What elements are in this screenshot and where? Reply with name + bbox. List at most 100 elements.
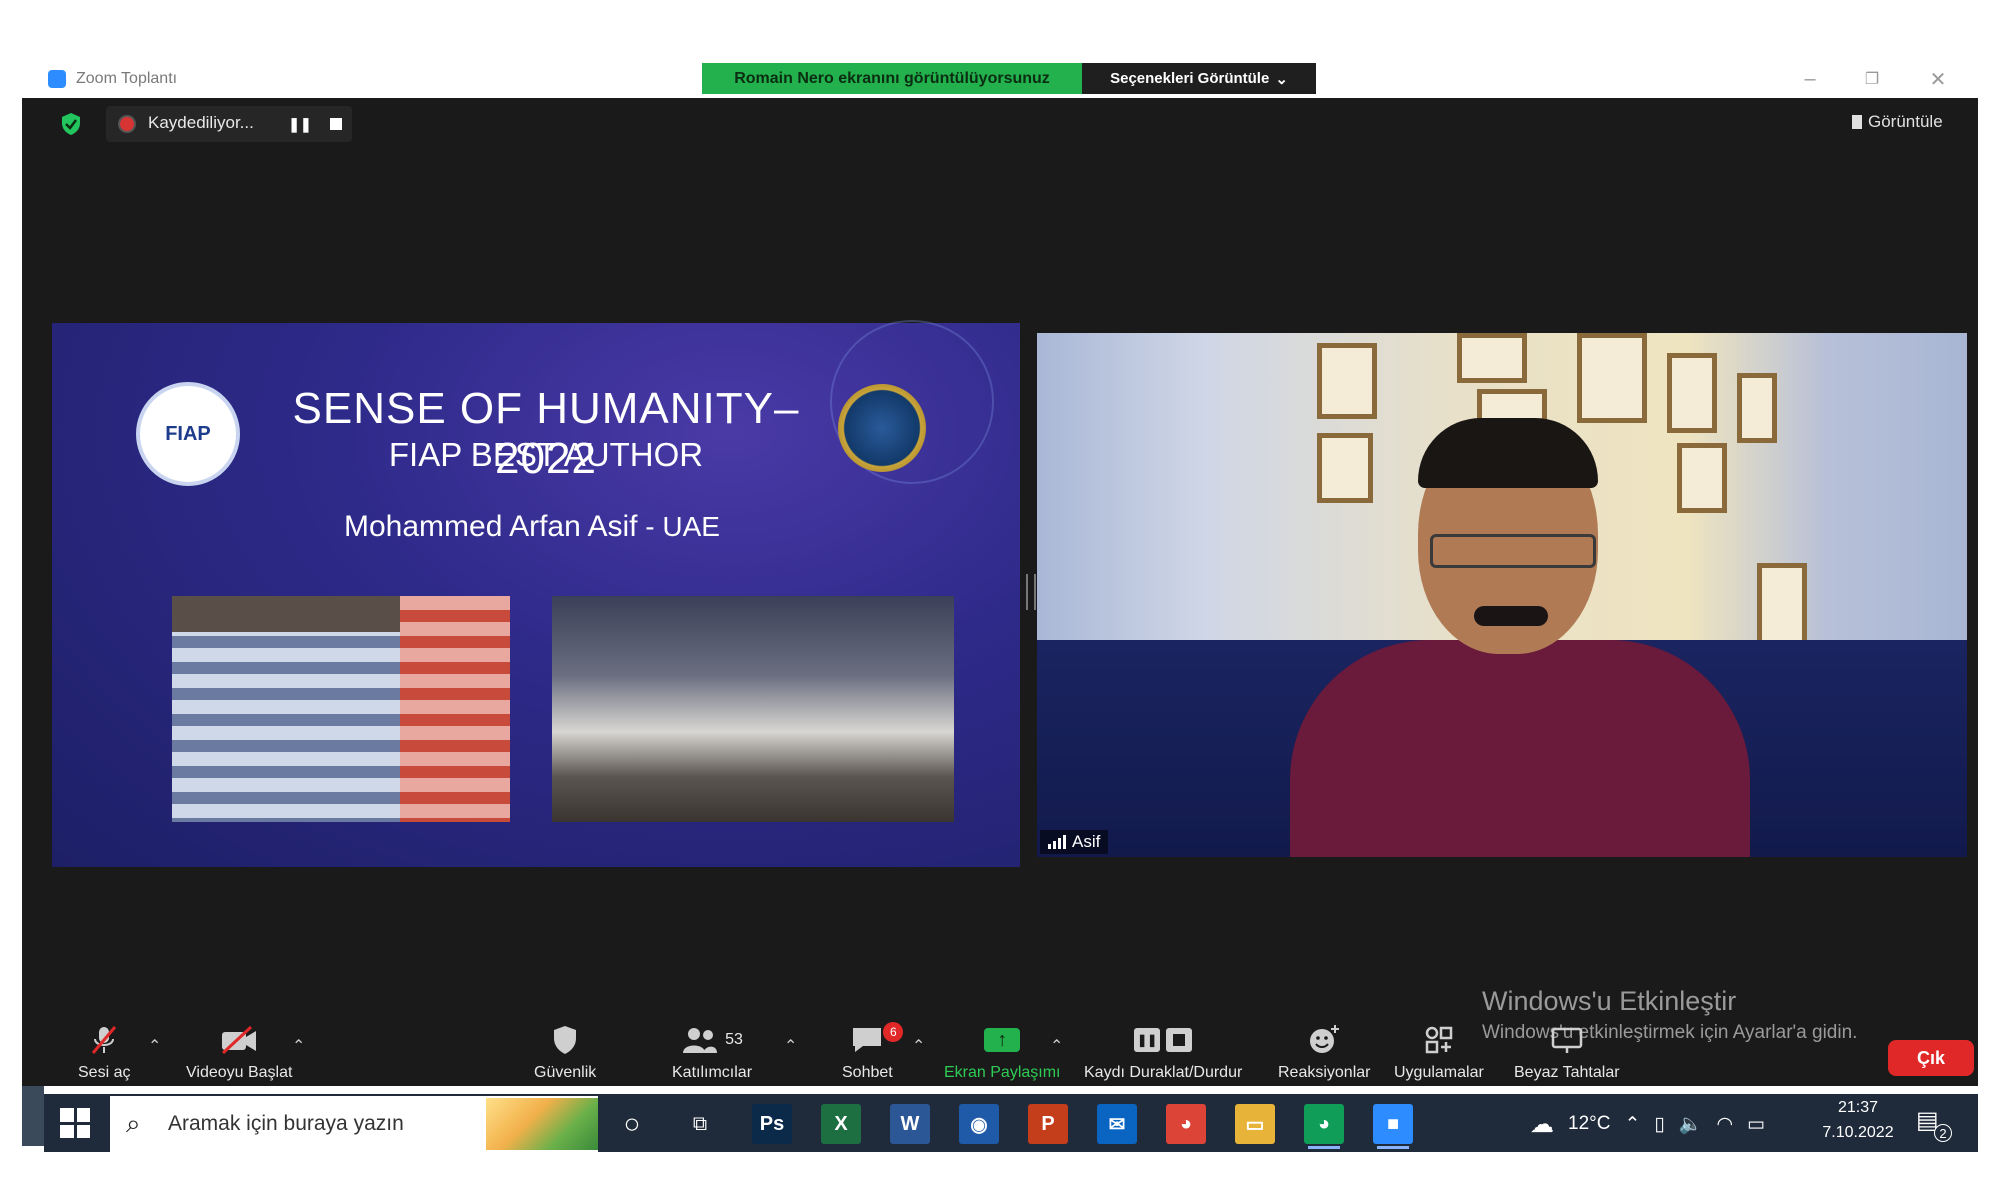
share-options-caret[interactable]: ⌃ [1050, 1036, 1063, 1056]
record-dot-icon [120, 117, 134, 131]
taskbar-powerpoint-label: P [1041, 1112, 1055, 1135]
split-view-handle[interactable] [1026, 574, 1036, 610]
reactions-label: Reaksiyonlar [1278, 1064, 1371, 1081]
participant-name: Asif [1072, 832, 1101, 851]
taskbar-photoshop-icon[interactable]: Ps [752, 1104, 792, 1144]
clock-date[interactable]: 7.10.2022 [1818, 1124, 1898, 1142]
participant-glasses [1430, 534, 1596, 568]
chat-icon: 6 [849, 1020, 904, 1060]
taskbar-chrome-label: ◕ [1179, 1112, 1193, 1135]
search-highlight-illustration [486, 1098, 598, 1150]
taskbar-chrome-profile-label: ◕ [1317, 1112, 1331, 1135]
task-view-icon[interactable]: ⧉ [680, 1104, 720, 1144]
window-title: Zoom Toplantı [76, 70, 178, 87]
pause-recording-button[interactable]: ❚❚ [288, 112, 312, 136]
active-app-indicator [1377, 1146, 1409, 1149]
participant-hair [1418, 418, 1598, 488]
chat-label: Sohbet [842, 1064, 893, 1081]
cortana-circle-icon[interactable]: ○ [612, 1104, 652, 1144]
chat-button[interactable]: 6 Sohbet [842, 1020, 904, 1082]
active-app-indicator [1308, 1146, 1340, 1149]
participants-options-caret[interactable]: ⌃ [784, 1036, 797, 1056]
stop-icon [330, 118, 342, 130]
taskbar-search-placeholder: Aramak için buraya yazın [168, 1112, 404, 1135]
taskbar-powerpoint-icon[interactable]: P [1028, 1104, 1068, 1144]
volume-icon[interactable]: 🔈 [1679, 1112, 1703, 1136]
chat-options-caret[interactable]: ⌃ [912, 1036, 925, 1056]
close-button[interactable]: ✕ [1918, 66, 1958, 92]
windows-activation-title: Windows'u Etkinleştir [1482, 986, 1737, 1016]
taskbar-excel-icon[interactable]: X [821, 1104, 861, 1144]
restore-button[interactable]: ❐ [1852, 66, 1892, 92]
taskbar-word-icon[interactable]: W [890, 1104, 930, 1144]
minimize-button[interactable]: – [1790, 66, 1830, 92]
taskbar-chrome-icon[interactable]: ◕ [1166, 1104, 1206, 1144]
weather-temperature[interactable]: 12°C [1568, 1113, 1610, 1135]
share-screen-label: Ekran Paylaşımı [944, 1064, 1061, 1081]
participant-body [1290, 640, 1750, 857]
view-options-label: Seçenekleri Görüntüle [1110, 70, 1270, 87]
taskbar-browser-globe-icon[interactable]: ◉ [959, 1104, 999, 1144]
recording-label: Kaydediliyor... [148, 113, 254, 132]
emoji-icon [1307, 1020, 1341, 1060]
clock-time[interactable]: 21:37 [1828, 1099, 1888, 1117]
taskbar-file-explorer-icon[interactable]: ▭ [1235, 1104, 1275, 1144]
reactions-button[interactable]: Reaksiyonlar [1278, 1020, 1370, 1082]
unmute-button[interactable]: Sesi aç [78, 1020, 130, 1082]
apps-label: Uygulamalar [1394, 1064, 1484, 1081]
search-icon: ⌕ [126, 1108, 141, 1138]
fiap-seal-logo: FIAP [136, 382, 240, 486]
whiteboards-button[interactable]: Beyaz Tahtalar [1514, 1020, 1620, 1082]
pause-stop-recording-button[interactable]: ❚❚ Kaydı Duraklat/Durdur [1084, 1020, 1242, 1082]
battery-icon[interactable]: ▭ [1747, 1113, 1765, 1136]
wifi-icon[interactable]: ◠ [1717, 1113, 1734, 1136]
author-name: Mohammed Arfan Asif [344, 510, 638, 543]
pause-stop-icon: ❚❚ [1134, 1020, 1193, 1060]
tray-expand-icon[interactable]: ⌃ [1624, 1113, 1640, 1136]
taskbar-mail-icon[interactable]: ✉ [1097, 1104, 1137, 1144]
taskbar-browser-globe-label: ◉ [970, 1113, 988, 1136]
security-label: Güvenlik [534, 1064, 597, 1081]
encryption-shield-icon[interactable] [60, 112, 82, 136]
cloud-weather-icon[interactable]: ☁ [1530, 1110, 1554, 1139]
taskbar-zoom-icon[interactable]: ■ [1373, 1104, 1413, 1149]
view-layout-icon [1852, 115, 1862, 129]
signal-bars-icon [1048, 835, 1066, 849]
mic-muted-icon [87, 1020, 121, 1060]
slide-author: Mohammed Arfan Asif - UAE [344, 510, 720, 544]
screen-share-banner: Romain Nero ekranını görüntülüyorsunuz [702, 63, 1082, 94]
participant-moustache [1474, 606, 1548, 626]
notification-count: 2 [1934, 1124, 1952, 1142]
unmute-label: Sesi aç [78, 1064, 131, 1081]
participants-count: 53 [725, 1031, 743, 1048]
apps-icon [1424, 1020, 1454, 1060]
usb-device-icon[interactable]: ▯ [1654, 1113, 1664, 1136]
share-arrow-icon: ↑ [984, 1020, 1021, 1060]
fiap-badge-logo [838, 384, 926, 472]
chevron-down-icon: ⌄ [1275, 70, 1288, 88]
view-button[interactable]: Görüntüle [1852, 112, 1943, 132]
start-video-button[interactable]: Videoyu Başlat [186, 1020, 292, 1082]
taskbar-photoshop-label: Ps [759, 1112, 785, 1135]
shield-outline-icon [551, 1020, 579, 1060]
windows-start-icon[interactable] [60, 1108, 90, 1138]
apps-button[interactable]: Uygulamalar [1394, 1020, 1484, 1082]
security-button[interactable]: Güvenlik [534, 1020, 596, 1082]
system-tray: ☁ 12°C ⌃ ▯ 🔈 ◠ ▭ [1530, 1104, 1765, 1144]
share-screen-button[interactable]: ↑ Ekran Paylaşımı [944, 1020, 1060, 1082]
taskbar-chrome-profile-icon[interactable]: ◕ [1304, 1104, 1344, 1149]
start-video-label: Videoyu Başlat [186, 1064, 293, 1081]
participants-button[interactable]: 53 Katılımcılar [672, 1020, 752, 1082]
video-options-caret[interactable]: ⌃ [292, 1036, 305, 1056]
taskbar-excel-label: X [834, 1112, 848, 1135]
view-options-button[interactable]: Seçenekleri Görüntüle ⌄ [1082, 63, 1316, 94]
audio-options-caret[interactable]: ⌃ [148, 1036, 161, 1056]
camera-off-icon [219, 1020, 259, 1060]
slide-subtitle: FIAP BEST AUTHOR [388, 436, 704, 473]
leave-meeting-button[interactable]: Çık [1888, 1040, 1974, 1076]
fiap-seal-text: FIAP [165, 422, 211, 445]
taskbar-edge [22, 1086, 44, 1146]
slide-photo-iftar-gathering [552, 596, 954, 822]
whiteboard-icon [1550, 1020, 1584, 1060]
stop-recording-button[interactable] [324, 112, 348, 136]
